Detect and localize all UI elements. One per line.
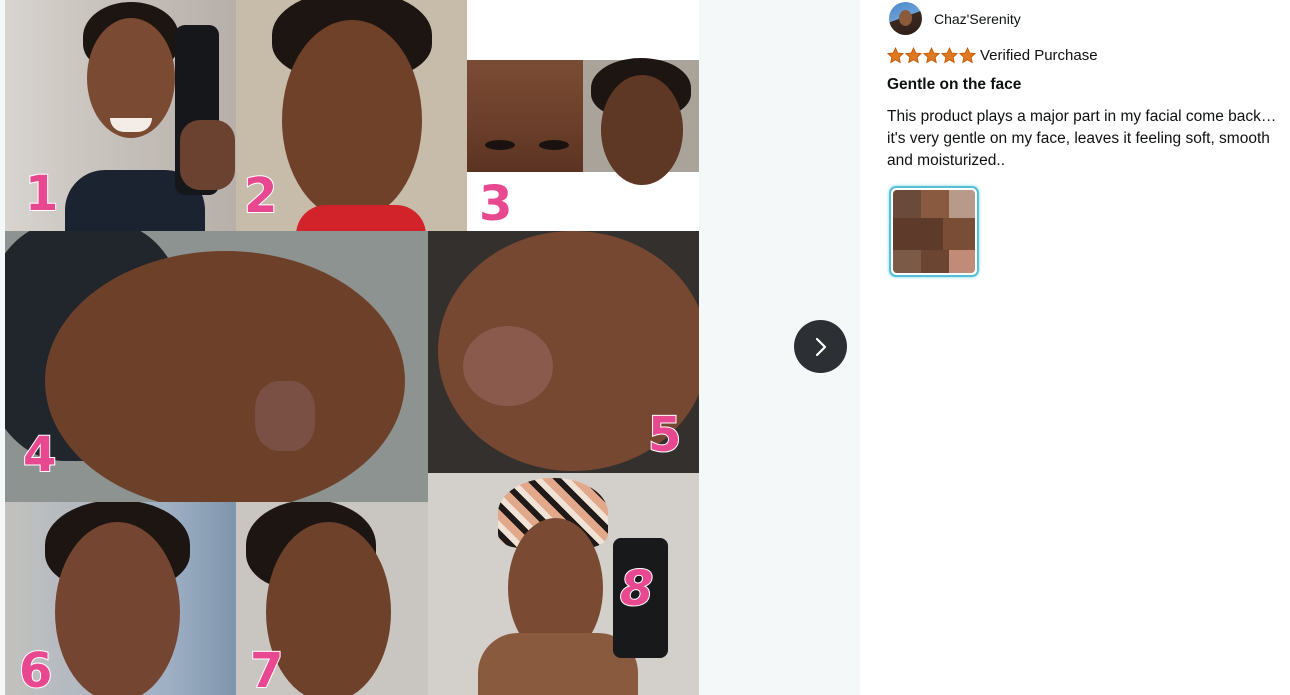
- star-icon: [959, 46, 976, 63]
- photo-tile-4: 4: [5, 231, 428, 502]
- photo-tile-8: 8: [428, 473, 699, 695]
- photo-tile-3: 3: [467, 0, 699, 231]
- star-icon: [887, 46, 904, 63]
- photo-tile-1: 1: [5, 0, 236, 231]
- review-author[interactable]: Chaz'Serenity: [887, 2, 1021, 35]
- star-icon: [923, 46, 940, 63]
- chevron-right-icon: [815, 337, 826, 356]
- star-icon: [941, 46, 958, 63]
- tile-number-6: 6: [18, 643, 53, 695]
- review-title: Gentle on the face: [887, 76, 1022, 93]
- review-body: This product plays a major part in my fa…: [887, 108, 1277, 169]
- tile-number-8: 8: [619, 561, 654, 617]
- tile-number-4: 4: [22, 427, 57, 483]
- photo-tile-7: 7: [236, 502, 428, 695]
- star-icon: [905, 46, 922, 63]
- rating-row: Verified Purchase: [887, 44, 1098, 66]
- author-name[interactable]: Chaz'Serenity: [934, 11, 1021, 27]
- tile-number-1: 1: [24, 166, 59, 222]
- verified-purchase-badge: Verified Purchase: [980, 46, 1098, 64]
- avatar: [889, 2, 922, 35]
- image-viewer: 1 2 3 4 5 6 7 8: [0, 0, 860, 695]
- thumbnail-image: [893, 190, 975, 273]
- star-rating: [887, 46, 976, 64]
- review-image-thumbnail[interactable]: [889, 186, 979, 277]
- tile-number-5: 5: [647, 407, 682, 463]
- photo-tile-6: 6: [5, 502, 236, 695]
- photo-tile-2: 2: [236, 0, 467, 231]
- tile-number-7: 7: [249, 643, 284, 695]
- review-photo: 1 2 3 4 5 6 7 8: [5, 0, 699, 695]
- tile-number-3: 3: [478, 176, 513, 231]
- tile-number-2: 2: [243, 168, 278, 224]
- next-image-button[interactable]: [794, 320, 847, 373]
- photo-tile-5: 5: [428, 231, 699, 473]
